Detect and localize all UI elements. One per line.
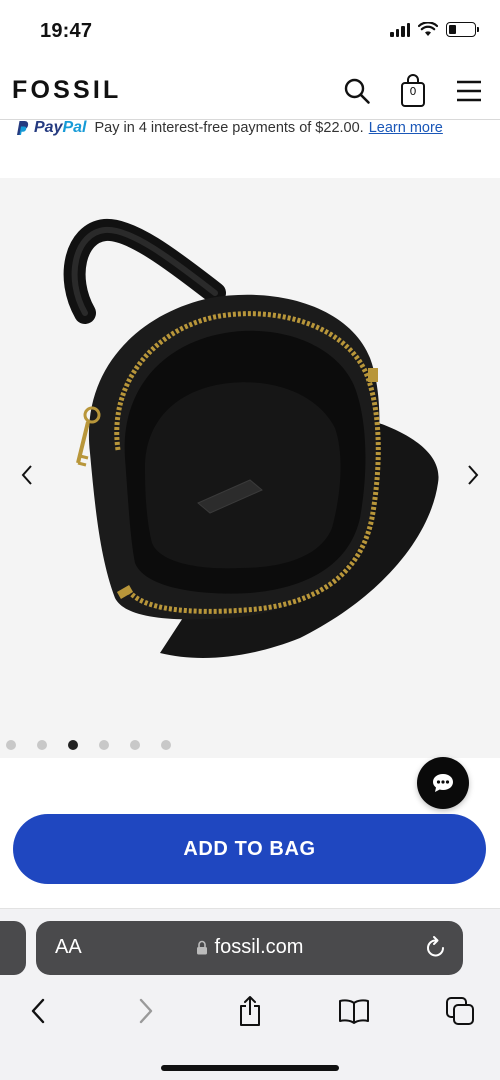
status-time: 19:47 xyxy=(40,20,93,42)
gallery-dot[interactable] xyxy=(130,740,140,750)
tabs-icon xyxy=(446,997,474,1025)
chevron-right-icon xyxy=(468,465,479,485)
chevron-left-icon xyxy=(21,465,32,485)
browser-chrome: AA fossil.com xyxy=(0,908,500,1080)
bookmarks-icon xyxy=(339,999,369,1024)
reload-button[interactable] xyxy=(425,935,447,964)
tabs-button[interactable] xyxy=(442,993,478,1029)
paypal-logo: Pay Pal xyxy=(14,119,86,137)
add-to-bag-button[interactable]: ADD TO BAG xyxy=(13,814,486,884)
search-icon xyxy=(344,78,370,104)
gallery-dot[interactable] xyxy=(6,740,16,750)
battery-icon xyxy=(446,22,479,37)
forward-icon xyxy=(139,998,153,1024)
address-bar[interactable]: AA fossil.com xyxy=(36,921,463,975)
gallery-dot-active[interactable] xyxy=(68,740,78,750)
chat-button[interactable] xyxy=(417,757,469,809)
product-gallery[interactable] xyxy=(0,178,500,758)
paypal-message: Pay in 4 interest-free payments of $22.0… xyxy=(94,120,364,136)
product-image-backpack xyxy=(63,218,439,658)
back-icon xyxy=(31,998,45,1024)
cart-button[interactable]: 0 xyxy=(396,74,430,108)
share-icon xyxy=(240,996,260,1026)
previous-tab-preview[interactable] xyxy=(0,921,26,975)
browser-toolbar xyxy=(0,991,500,1031)
paypal-installments: Pay Pal Pay in 4 interest-free payments o… xyxy=(0,116,500,140)
gallery-dot[interactable] xyxy=(99,740,109,750)
gallery-pagination xyxy=(6,740,171,750)
hamburger-menu-icon xyxy=(457,80,481,102)
gallery-dot[interactable] xyxy=(37,740,47,750)
next-image-button[interactable] xyxy=(458,460,488,490)
fossil-logo[interactable]: FOSSIL xyxy=(12,76,121,105)
forward-button[interactable] xyxy=(128,993,164,1029)
share-button[interactable] xyxy=(232,993,268,1029)
paypal-logo-pal: Pal xyxy=(62,119,87,136)
reload-icon xyxy=(427,936,444,957)
back-button[interactable] xyxy=(20,993,56,1029)
bookmarks-button[interactable] xyxy=(336,993,372,1029)
learn-more-link[interactable]: Learn more xyxy=(369,120,443,136)
gallery-dot[interactable] xyxy=(161,740,171,750)
site-header: FOSSIL 0 xyxy=(0,62,500,120)
cellular-signal-icon xyxy=(390,22,410,37)
cart-count: 0 xyxy=(409,85,417,98)
menu-button[interactable] xyxy=(452,74,486,108)
lock-icon xyxy=(196,940,207,955)
home-indicator xyxy=(161,1065,339,1071)
search-button[interactable] xyxy=(340,74,374,108)
previous-image-button[interactable] xyxy=(12,460,42,490)
chat-icon xyxy=(433,774,453,792)
url-text: fossil.com xyxy=(214,936,304,958)
paypal-p-icon xyxy=(17,121,29,135)
paypal-logo-pay: Pay xyxy=(34,119,63,136)
wifi-icon xyxy=(418,22,438,36)
status-icons xyxy=(390,22,479,37)
url-display[interactable]: fossil.com xyxy=(36,936,463,959)
status-bar: 19:47 xyxy=(0,0,500,62)
